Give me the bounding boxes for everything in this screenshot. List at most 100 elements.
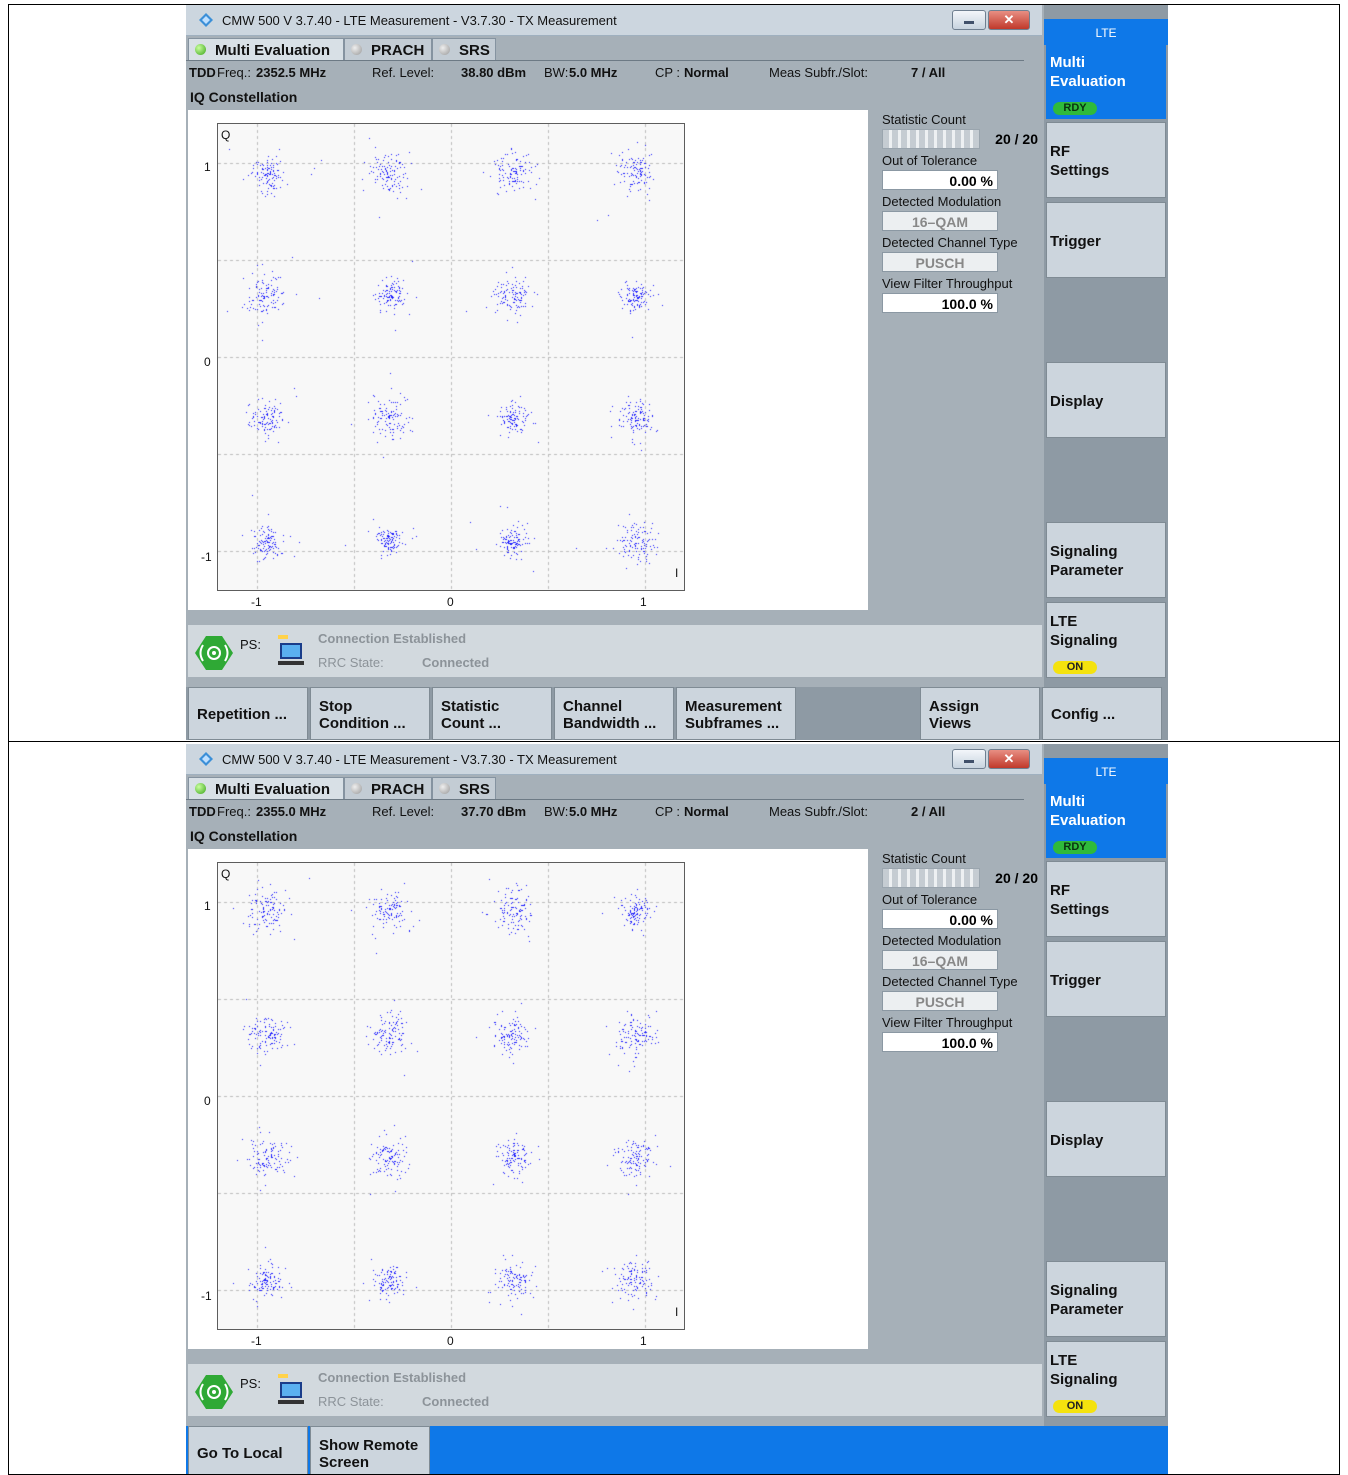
- softkey-label: Signaling Parameter: [1050, 1282, 1124, 1318]
- hotkey-label: Show Remote Screen: [319, 1437, 419, 1471]
- assign-views-hotkey[interactable]: Assign Views: [920, 687, 1040, 740]
- freq-label: Freq.:: [217, 804, 251, 819]
- signaling-parameter-softkey[interactable]: Signaling Parameter: [1046, 1261, 1166, 1337]
- led-green-icon: [195, 44, 206, 55]
- cmw-screen-2: CMW 500 V 3.7.40 - LTE Measurement - V3.…: [186, 744, 1168, 1474]
- window-titlebar: CMW 500 V 3.7.40 - LTE Measurement - V3.…: [186, 5, 1042, 36]
- q-axis-label: Q: [221, 867, 231, 881]
- cp-label: CP :: [655, 804, 681, 819]
- x-tick-label: -1: [251, 1334, 262, 1348]
- softkey-header: LTE: [1044, 758, 1168, 784]
- out-of-tolerance-label: Out of Tolerance: [882, 892, 978, 907]
- softkey-label: RF Settings: [1050, 882, 1110, 918]
- on-badge: ON: [1053, 661, 1097, 674]
- detected-channel-type-value: PUSCH: [882, 252, 998, 272]
- bw-value: 5.0 MHz: [569, 804, 618, 819]
- cmw-screen-1: CMW 500 V 3.7.40 - LTE Measurement - V3.…: [186, 5, 1168, 740]
- cp-value: Normal: [684, 804, 729, 819]
- out-of-tolerance-label: Out of Tolerance: [882, 153, 978, 168]
- go-to-local-button[interactable]: Go To Local: [188, 1426, 308, 1474]
- softkey-panel: LTE Multi Evaluation RDY RF Settings Tri…: [1044, 744, 1168, 1474]
- view-title: IQ Constellation: [190, 828, 298, 844]
- x-tick-label: 1: [640, 1334, 647, 1348]
- q-axis-label: Q: [221, 128, 231, 142]
- rf-settings-softkey[interactable]: RF Settings: [1046, 861, 1166, 937]
- close-icon: ✕: [1003, 751, 1015, 766]
- signaling-parameter-softkey[interactable]: Signaling Parameter: [1046, 522, 1166, 598]
- statistic-count-hotkey[interactable]: Statistic Count ...: [432, 687, 552, 740]
- multi-evaluation-softkey[interactable]: Multi Evaluation RDY: [1046, 782, 1166, 858]
- hotkey-label: Config ...: [1051, 706, 1116, 723]
- rrc-state-label: RRC State:: [318, 655, 384, 670]
- trigger-softkey[interactable]: Trigger: [1046, 202, 1166, 278]
- softkey-label: Multi Evaluation: [1050, 54, 1126, 90]
- softkey-label: Trigger: [1050, 972, 1101, 989]
- window-title: CMW 500 V 3.7.40 - LTE Measurement - V3.…: [222, 13, 617, 28]
- minimize-button[interactable]: [952, 749, 986, 769]
- window-title: CMW 500 V 3.7.40 - LTE Measurement - V3.…: [222, 752, 617, 767]
- trigger-softkey[interactable]: Trigger: [1046, 941, 1166, 1017]
- measurement-subframes-hotkey[interactable]: Measurement Subframes ...: [676, 687, 796, 740]
- multi-evaluation-softkey[interactable]: Multi Evaluation RDY: [1046, 43, 1166, 119]
- ps-label: PS:: [240, 1376, 261, 1391]
- lte-signaling-softkey[interactable]: LTE Signaling ON: [1046, 1341, 1166, 1417]
- ps-label: PS:: [240, 637, 261, 652]
- close-button[interactable]: ✕: [988, 749, 1030, 769]
- cp-value: Normal: [684, 65, 729, 80]
- tab-prach[interactable]: PRACH: [344, 777, 432, 800]
- channel-bandwidth-hotkey[interactable]: Channel Bandwidth ...: [554, 687, 674, 740]
- view-filter-throughput-value: 100.0 %: [882, 293, 998, 313]
- empty-softkey: [1046, 442, 1166, 518]
- hotkey-label: Assign Views: [929, 698, 980, 732]
- rf-settings-softkey[interactable]: RF Settings: [1046, 122, 1166, 198]
- config-hotkey[interactable]: Config ...: [1042, 687, 1162, 740]
- view-filter-throughput-label: View Filter Throughput: [882, 1015, 1013, 1030]
- display-softkey[interactable]: Display: [1046, 362, 1166, 438]
- subframe-value: 7 / All: [911, 65, 946, 80]
- connection-status: Connection Established: [318, 631, 467, 646]
- iq-constellation-plot: [217, 123, 685, 591]
- softkey-label: LTE Signaling: [1050, 1352, 1118, 1388]
- detected-modulation-label: Detected Modulation: [882, 933, 1002, 948]
- ref-level-value: 38.80 dBm: [461, 65, 527, 80]
- rrc-state-value: Connected: [422, 655, 490, 670]
- tab-multi-evaluation[interactable]: Multi Evaluation: [188, 38, 344, 61]
- stop-condition-hotkey[interactable]: Stop Condition ...: [310, 687, 430, 740]
- close-button[interactable]: ✕: [988, 10, 1030, 30]
- softkey-label: RF Settings: [1050, 143, 1110, 179]
- show-remote-screen-button[interactable]: Show Remote Screen: [310, 1426, 430, 1474]
- hotkey-label: Measurement Subframes ...: [685, 698, 782, 732]
- hotkey-label: Stop Condition ...: [319, 698, 406, 732]
- lte-signaling-softkey[interactable]: LTE Signaling ON: [1046, 602, 1166, 678]
- tab-srs[interactable]: SRS: [432, 38, 496, 61]
- table-border-middle: [8, 741, 1340, 742]
- subframe-label: Meas Subfr./Slot:: [769, 804, 868, 819]
- subframe-label: Meas Subfr./Slot:: [769, 65, 868, 80]
- softkey-panel: LTE Multi Evaluation RDY RF Settings Tri…: [1044, 5, 1168, 740]
- repetition-hotkey[interactable]: Repetition ...: [188, 687, 308, 740]
- tab-multi-evaluation[interactable]: Multi Evaluation: [188, 777, 344, 800]
- minimize-button[interactable]: [952, 10, 986, 30]
- cp-label: CP :: [655, 65, 681, 80]
- tab-label: PRACH: [371, 42, 425, 59]
- detected-channel-type-label: Detected Channel Type: [882, 235, 1018, 250]
- tab-label: SRS: [459, 781, 490, 798]
- tab-label: Multi Evaluation: [215, 781, 331, 798]
- x-tick-label: 1: [640, 595, 647, 609]
- tab-srs[interactable]: SRS: [432, 777, 496, 800]
- connection-status: Connection Established: [318, 1370, 467, 1385]
- softkey-label: Trigger: [1050, 233, 1101, 250]
- detected-modulation-label: Detected Modulation: [882, 194, 1002, 209]
- freq-value: 2355.0 MHz: [256, 804, 327, 819]
- statistic-count-progress: 20 / 20: [882, 868, 1038, 888]
- bw-label: BW:: [544, 804, 569, 819]
- app-logo-icon: [199, 752, 213, 766]
- empty-hotkey: [798, 687, 918, 740]
- led-green-icon: [195, 783, 206, 794]
- tab-prach[interactable]: PRACH: [344, 38, 432, 61]
- iq-constellation-points: [218, 863, 684, 1329]
- rdy-badge: RDY: [1053, 841, 1097, 854]
- ref-level-value: 37.70 dBm: [461, 804, 527, 819]
- display-softkey[interactable]: Display: [1046, 1101, 1166, 1177]
- detected-modulation-value: 16–QAM: [882, 211, 998, 231]
